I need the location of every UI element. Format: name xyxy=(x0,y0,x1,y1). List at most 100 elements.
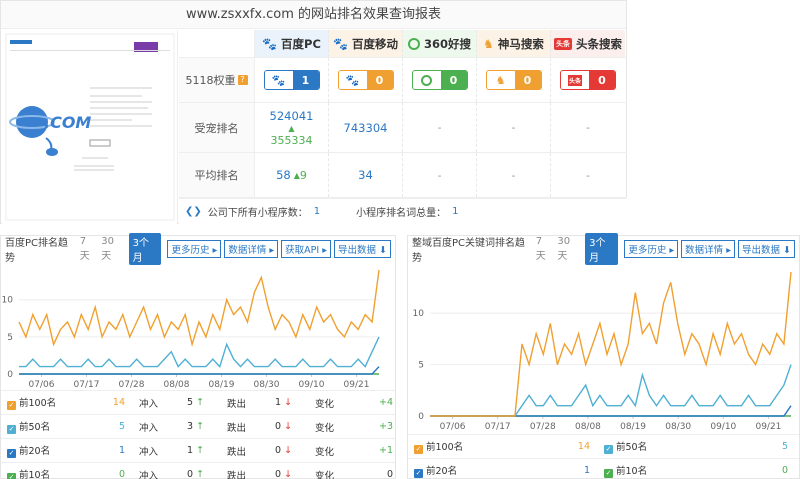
tab-3m[interactable]: 3个月 xyxy=(128,233,162,265)
engine-baidu-mobile[interactable]: 🐾 百度移动 xyxy=(329,30,403,57)
rank-checkbox-label[interactable]: ✓ 前20名 xyxy=(408,463,528,478)
mini-program-count[interactable]: 1 xyxy=(314,206,320,217)
rank-checkbox-label[interactable]: ✓ 前10名 xyxy=(598,463,728,478)
rank-change: 0 xyxy=(386,469,393,479)
arrow-down-icon: ↓ xyxy=(284,421,293,432)
tab-7d[interactable]: 7天 xyxy=(80,236,95,262)
weight-baidu-mobile[interactable]: 🐾 0 xyxy=(329,58,403,102)
series-line[interactable] xyxy=(19,366,380,375)
checkbox-icon[interactable]: ✓ xyxy=(414,469,423,478)
x-tick-label: 08/19 xyxy=(620,422,646,432)
caret-right-icon: ▸ xyxy=(269,245,275,256)
table-row: ✓ 前100名 14 ✓ 前50名 5 xyxy=(408,434,799,458)
rank-checkbox-label[interactable]: ✓ 前50名 xyxy=(1,419,87,434)
checkbox-icon[interactable]: ✓ xyxy=(7,449,16,458)
paw-icon: 🐾 xyxy=(264,71,293,89)
traffic-label: 受宠排名 xyxy=(179,103,255,152)
x-tick-label: 09/21 xyxy=(755,422,781,432)
x-tick-label: 08/08 xyxy=(575,422,601,432)
x-tick-label: 07/28 xyxy=(530,422,556,432)
report-title: www.zsxxfx.com 的网站排名效果查询报表 xyxy=(1,1,626,29)
table-row: ✓ 前20名 1 ✓ 前10名 0 xyxy=(408,458,799,479)
caret-right-icon: ▸ xyxy=(726,245,731,256)
ranking-grid: 🐾 百度PC 🐾 百度移动 360好搜 ♞ 神马搜索 头条 头条搜索 5118权… xyxy=(179,30,627,224)
series-line[interactable] xyxy=(430,405,792,417)
rank-checkbox-label[interactable]: ✓ 前50名 xyxy=(598,439,728,454)
data-detail-button[interactable]: 数据详情 ▸ xyxy=(224,240,279,258)
weight-360[interactable]: 0 xyxy=(403,58,477,102)
rank-count: 14 xyxy=(112,397,125,408)
x-tick-label: 08/19 xyxy=(209,380,235,390)
engine-baidu-pc[interactable]: 🐾 百度PC xyxy=(255,30,329,57)
more-history-button[interactable]: 更多历史 ▸ xyxy=(167,240,222,258)
arrow-up-icon: ↑ xyxy=(196,469,205,479)
traffic-toutiao: - xyxy=(586,121,590,134)
paw-icon: 🐾 xyxy=(338,71,367,89)
trend-chart[interactable]: 0 5 10 07/06 07/17 07/28 08/08 08/19 08/30 09/10 0… xyxy=(408,262,799,434)
data-detail-button[interactable]: 数据详情 ▸ xyxy=(681,240,735,258)
rank-change: +1 xyxy=(378,445,393,456)
tab-7d[interactable]: 7天 xyxy=(536,236,552,262)
weight-shenma[interactable]: ♞ 0 xyxy=(477,58,551,102)
traffic-row: 受宠排名 524041 ▲ 355334 743304 - - - xyxy=(179,103,627,153)
toutiao-icon: 头条 xyxy=(561,71,589,89)
rank-legend-table: ✓ 前100名 14 ✓ 前50名 5 ✓ 前20名 1 ✓ 前10名 0 xyxy=(408,434,799,479)
paw-icon: 🐾 xyxy=(333,36,348,51)
arrow-up-icon: ↑ xyxy=(196,445,205,456)
series-line[interactable] xyxy=(18,269,380,347)
rank-checkbox-label[interactable]: ✓ 前100名 xyxy=(1,395,87,410)
x-tick-label: 07/06 xyxy=(440,422,466,432)
y-tick-label: 0 xyxy=(7,370,13,380)
horse-icon: ♞ xyxy=(486,71,515,89)
rank-checkbox-label[interactable]: ✓ 前10名 xyxy=(1,467,87,479)
x-tick-label: 09/21 xyxy=(344,380,370,390)
weight-row: 5118权重 ? 🐾 1 🐾 0 0 ♞ 0 头条 0 xyxy=(179,58,627,103)
export-data-button[interactable]: 导出数据 ⬇ xyxy=(738,240,796,258)
avg-baidu-pc: 58 ▲ 9 xyxy=(255,153,329,197)
site-thumbnail[interactable]: .COM xyxy=(2,30,178,224)
x-tick-label: 07/17 xyxy=(74,380,100,390)
engine-360[interactable]: 360好搜 xyxy=(403,30,477,57)
engine-shenma[interactable]: ♞ 神马搜索 xyxy=(477,30,551,57)
checkbox-icon[interactable]: ✓ xyxy=(7,473,16,479)
mini-program-icon: ❮❯ xyxy=(185,206,202,217)
table-row: ✓ 前10名 0 冲入 0 ↑ 跌出 0 ↓ 变化 0 xyxy=(1,462,395,479)
checkbox-icon[interactable]: ✓ xyxy=(7,401,16,410)
engine-toutiao[interactable]: 头条 头条搜索 xyxy=(551,30,625,57)
mini-program-footer: ❮❯ 公司下所有小程序数： 1 小程序排名词总量： 1 xyxy=(179,198,627,224)
get-api-button[interactable]: 获取API ▸ xyxy=(281,240,331,258)
checkbox-icon[interactable]: ✓ xyxy=(604,469,613,478)
arrow-up-icon: ↑ xyxy=(196,397,205,408)
tab-3m[interactable]: 3个月 xyxy=(585,233,619,265)
toutiao-icon: 头条 xyxy=(554,37,572,50)
help-icon[interactable]: ? xyxy=(237,75,248,85)
more-history-button[interactable]: 更多历史 ▸ xyxy=(624,240,679,258)
series-line[interactable] xyxy=(430,271,792,417)
tab-30d[interactable]: 30天 xyxy=(101,236,122,262)
rank-checkbox-label[interactable]: ✓ 前20名 xyxy=(1,443,87,458)
panel-title: 整域百度PC关键词排名趋势 xyxy=(412,238,526,264)
checkbox-icon[interactable]: ✓ xyxy=(604,445,613,454)
page: www.zsxxfx.com 的网站排名效果查询报表 .COM 🐾 百度PC 🐾… xyxy=(0,0,800,479)
weight-baidu-pc[interactable]: 🐾 1 xyxy=(255,58,329,102)
avg-baidu-mobile: 34 xyxy=(329,153,403,197)
weight-toutiao[interactable]: 头条 0 xyxy=(551,58,625,102)
series-line[interactable] xyxy=(19,336,380,368)
paw-icon: 🐾 xyxy=(262,36,278,51)
traffic-value[interactable]: 524041 xyxy=(270,109,314,123)
ranking-report: www.zsxxfx.com 的网站排名效果查询报表 .COM 🐾 百度PC 🐾… xyxy=(0,0,627,224)
traffic-baidu-mobile: 743304 xyxy=(329,103,403,152)
rank-count: 5 xyxy=(118,421,125,432)
x-tick-label: 09/10 xyxy=(299,380,325,390)
series-line[interactable] xyxy=(430,364,792,417)
rank-checkbox-label[interactable]: ✓ 前100名 xyxy=(408,439,528,454)
tab-30d[interactable]: 30天 xyxy=(557,236,579,262)
mini-words-count[interactable]: 1 xyxy=(452,206,458,217)
trend-chart[interactable]: 0 5 10 07/06 07/17 07/28 08/08 08/19 08/30 09/10 0… xyxy=(1,262,395,390)
checkbox-icon[interactable]: ✓ xyxy=(414,445,423,454)
checkbox-icon[interactable]: ✓ xyxy=(7,425,16,434)
traffic-shenma: - xyxy=(477,103,551,152)
export-data-button[interactable]: 导出数据 ⬇ xyxy=(333,240,391,258)
engine-header-row: 🐾 百度PC 🐾 百度移动 360好搜 ♞ 神马搜索 头条 头条搜索 xyxy=(179,30,627,58)
y-tick-label: 10 xyxy=(2,296,14,306)
